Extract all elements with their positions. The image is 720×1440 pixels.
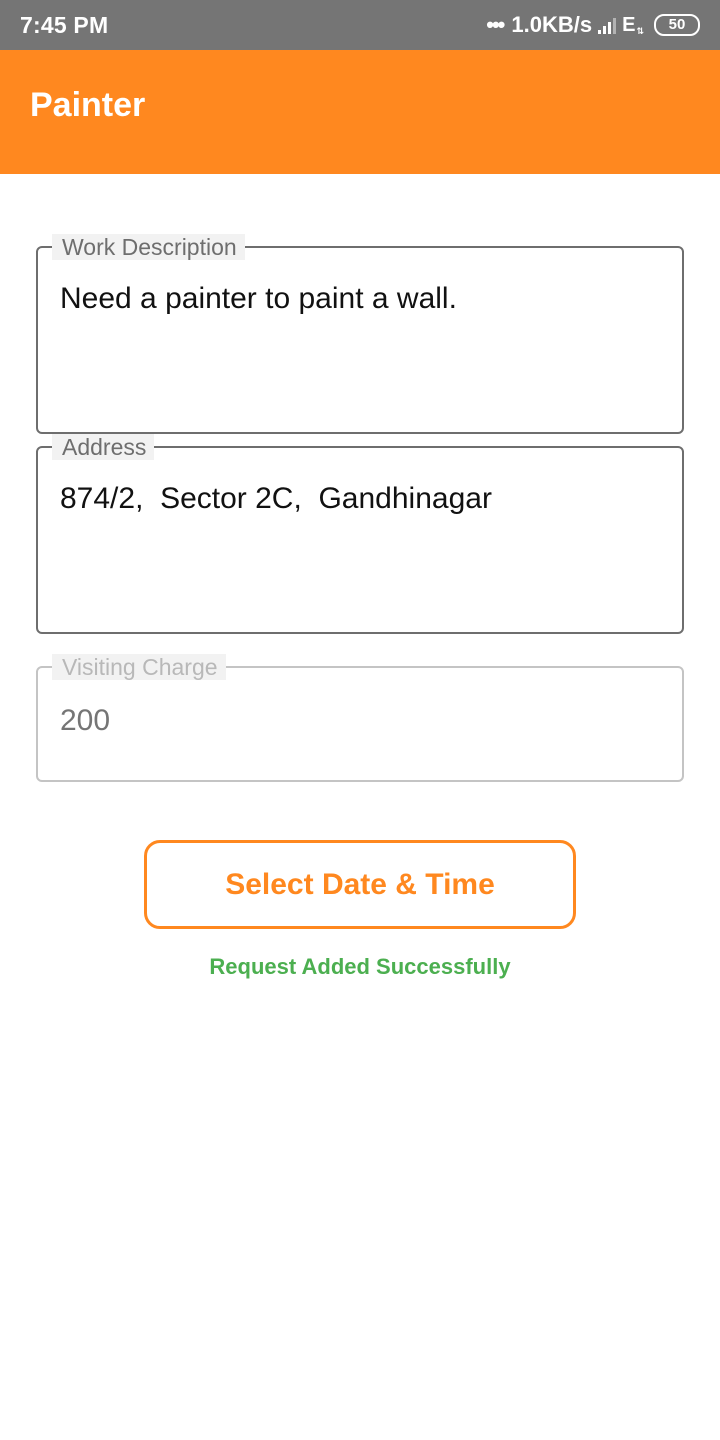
battery-level: 50 xyxy=(654,14,700,36)
page-title: Painter xyxy=(30,86,146,124)
work-description-label: Work Description xyxy=(52,234,245,260)
notification-dots-icon: ••• xyxy=(486,12,505,37)
battery-icon: 50 xyxy=(654,14,700,36)
success-message: Request Added Successfully xyxy=(209,954,511,979)
visiting-charge-field[interactable]: Visiting Charge 200 xyxy=(36,654,684,782)
visiting-charge-label: Visiting Charge xyxy=(52,654,226,680)
address-field[interactable]: Address 874/2, Sector 2C, Gandhinagar xyxy=(36,434,684,634)
address-value: 874/2, Sector 2C, Gandhinagar xyxy=(60,482,492,515)
signal-strength-icon xyxy=(598,16,617,34)
status-indicators: ••• 1.0KB/s E⇅ 50 xyxy=(486,12,700,38)
work-description-field[interactable]: Work Description Need a painter to paint… xyxy=(36,234,684,434)
work-description-value: Need a painter to paint a wall. xyxy=(60,282,457,315)
select-date-time-button[interactable]: Select Date & Time xyxy=(144,840,576,929)
app-bar: Painter xyxy=(0,50,720,174)
visiting-charge-value: 200 xyxy=(60,704,111,737)
network-type-label: E xyxy=(622,13,636,36)
network-speed: 1.0KB/s xyxy=(511,12,593,37)
network-type-icon: E⇅ xyxy=(622,13,644,36)
address-label: Address xyxy=(52,434,155,460)
status-time: 7:45 PM xyxy=(20,12,109,38)
status-bar: 7:45 PM ••• 1.0KB/s E⇅ 50 xyxy=(0,0,720,50)
